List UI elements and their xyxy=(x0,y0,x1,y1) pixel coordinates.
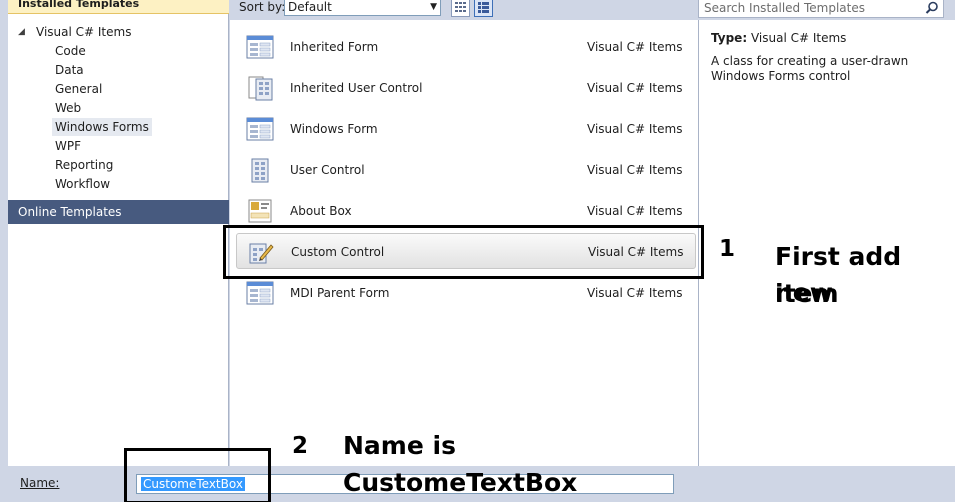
list-view-icon xyxy=(478,2,489,13)
tree-item-windows-forms[interactable]: Windows Forms xyxy=(52,118,152,136)
installed-templates-header[interactable]: Installed Templates xyxy=(8,0,229,14)
search-icon[interactable] xyxy=(925,1,939,15)
template-item-inherited-user-control[interactable]: Inherited User Control Visual C# Items xyxy=(236,70,696,106)
tree-item-web[interactable]: Web xyxy=(52,99,84,117)
about-box-icon xyxy=(248,199,272,223)
template-type-line: Type: Visual C# Items xyxy=(711,31,846,45)
dropdown-arrow-icon: ▼ xyxy=(430,2,437,12)
form-icon xyxy=(246,281,274,305)
tree-item-reporting[interactable]: Reporting xyxy=(52,156,116,174)
template-item-inherited-form[interactable]: Inherited Form Visual C# Items xyxy=(236,29,696,65)
annotation-step-1-number: 1 xyxy=(719,236,736,262)
annotation-step-1-line-2: item xyxy=(775,279,839,308)
search-box xyxy=(698,0,944,18)
sort-by-label: Sort by: xyxy=(239,0,286,14)
user-control-icon xyxy=(251,158,269,183)
expand-triangle-icon[interactable]: ◢ xyxy=(18,23,36,41)
annotation-box-custom-control xyxy=(223,225,704,279)
template-category: Visual C# Items xyxy=(587,163,683,177)
template-item-windows-form[interactable]: Windows Form Visual C# Items xyxy=(236,111,696,147)
template-category: Visual C# Items xyxy=(587,286,683,300)
name-label: Name: xyxy=(20,476,60,490)
form-icon xyxy=(246,35,274,59)
type-label: Type: xyxy=(711,31,748,45)
small-icons-view-icon xyxy=(455,2,466,12)
type-value: Visual C# Items xyxy=(750,31,847,45)
sort-by-dropdown[interactable]: Default ▼ xyxy=(284,0,441,16)
tree-root-label: Visual C# Items xyxy=(36,25,132,39)
tree-item-workflow[interactable]: Workflow xyxy=(52,175,113,193)
template-category: Visual C# Items xyxy=(587,40,683,54)
tree-item-wpf[interactable]: WPF xyxy=(52,137,84,155)
template-name: Windows Form xyxy=(290,122,378,136)
template-category: Visual C# Items xyxy=(587,81,683,95)
template-description: A class for creating a user-drawn Window… xyxy=(711,54,909,83)
template-name: About Box xyxy=(290,204,352,218)
annotation-step-2-line-1: Name is xyxy=(343,431,456,460)
annotation-step-2-number: 2 xyxy=(292,433,309,459)
tree-root-visual-csharp-items[interactable]: ◢ Visual C# Items xyxy=(18,23,131,41)
template-name: User Control xyxy=(290,163,365,177)
search-input[interactable] xyxy=(699,0,919,17)
annotation-step-2-line-2: CustomeTextBox xyxy=(343,468,578,497)
sort-by-value: Default xyxy=(288,0,332,14)
template-category-panel: Installed Templates ◢ Visual C# Items Co… xyxy=(8,0,229,466)
medium-icons-view-button[interactable] xyxy=(474,0,493,17)
template-category: Visual C# Items xyxy=(587,122,683,136)
template-item-about-box[interactable]: About Box Visual C# Items xyxy=(236,193,696,229)
template-item-user-control[interactable]: User Control Visual C# Items xyxy=(236,152,696,188)
online-templates-header[interactable]: Online Templates xyxy=(8,200,229,224)
template-category: Visual C# Items xyxy=(587,204,683,218)
annotation-box-name-field xyxy=(124,448,271,502)
template-name: MDI Parent Form xyxy=(290,286,390,300)
template-name: Inherited Form xyxy=(290,40,379,54)
template-name: Inherited User Control xyxy=(290,81,423,95)
tree-item-data[interactable]: Data xyxy=(52,61,87,79)
tree-item-general[interactable]: General xyxy=(52,80,105,98)
form-icon xyxy=(246,117,274,141)
template-item-mdi-parent-form[interactable]: MDI Parent Form Visual C# Items xyxy=(236,275,696,311)
user-control-icon xyxy=(248,76,273,101)
tree-item-code[interactable]: Code xyxy=(52,42,89,60)
small-icons-view-button[interactable] xyxy=(451,0,470,17)
